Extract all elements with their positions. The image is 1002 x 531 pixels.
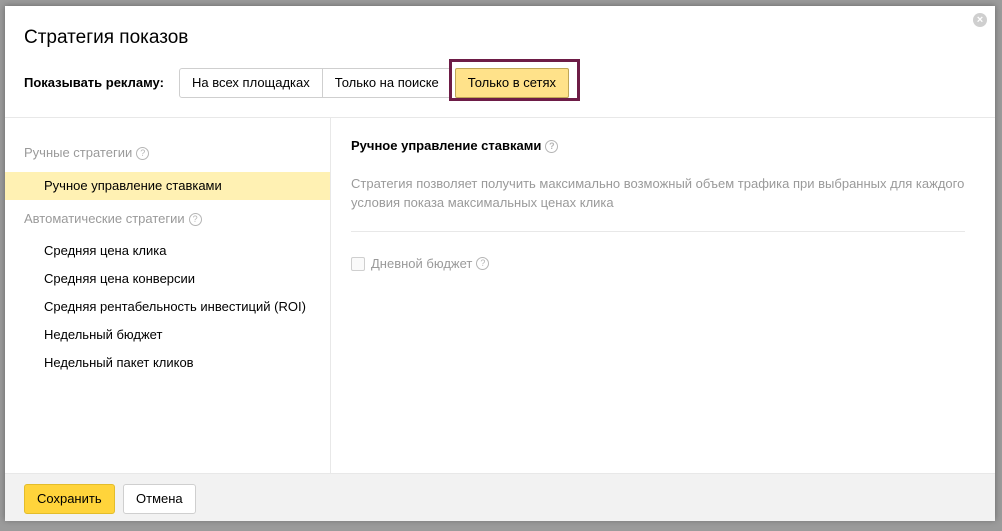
help-icon[interactable]: ?	[545, 140, 559, 153]
placement-tabs: На всех площадках Только на поиске Тольк…	[179, 59, 580, 101]
sidebar-item-avg-cpc[interactable]: Средняя цена клика	[5, 237, 330, 265]
strategy-title-text: Ручное управление ставками	[351, 138, 542, 153]
sidebar-item-avg-cpa[interactable]: Средняя цена конверсии	[5, 265, 330, 293]
tab-search-only[interactable]: Только на поиске	[321, 68, 452, 98]
group-manual-label: Ручные стратегии	[24, 145, 133, 160]
strategy-title: Ручное управление ставками?	[351, 138, 559, 153]
sidebar-item-weekly-budget[interactable]: Недельный бюджет	[5, 321, 330, 349]
daily-budget-row: Дневной бюджет?	[351, 256, 490, 271]
sidebar-item-weekly-clicks[interactable]: Недельный пакет кликов	[5, 349, 330, 377]
tab-all-placements[interactable]: На всех площадках	[179, 68, 323, 98]
strategy-dialog: × Стратегия показов Показывать рекламу: …	[5, 6, 995, 521]
group-auto-label: Автоматические стратегии	[24, 211, 185, 226]
show-ads-label: Показывать рекламу:	[24, 75, 164, 90]
group-auto-strategies: Автоматические стратегии?	[24, 211, 202, 226]
daily-budget-label[interactable]: Дневной бюджет	[371, 256, 472, 271]
strategy-sidebar: Ручные стратегии? Ручное управление став…	[5, 118, 331, 473]
close-icon[interactable]: ×	[973, 13, 987, 27]
dialog-title: Стратегия показов	[24, 27, 189, 48]
sidebar-item-manual-bids[interactable]: Ручное управление ставками	[5, 172, 330, 200]
content-divider	[351, 231, 965, 232]
help-icon[interactable]: ?	[136, 147, 150, 160]
strategy-description: Стратегия позволяет получить максимально…	[351, 176, 965, 210]
dialog-footer: Сохранить Отмена	[5, 473, 995, 521]
sidebar-item-avg-roi[interactable]: Средняя рентабельность инвестиций (ROI)	[5, 293, 330, 321]
help-icon[interactable]: ?	[188, 213, 202, 226]
tab-networks-only-wrap: Только в сетях	[448, 59, 580, 101]
highlight-frame	[448, 59, 580, 101]
daily-budget-checkbox[interactable]	[351, 256, 365, 271]
help-icon[interactable]: ?	[476, 257, 490, 270]
cancel-button[interactable]: Отмена	[123, 484, 196, 514]
group-manual-strategies: Ручные стратегии?	[24, 145, 150, 160]
save-button[interactable]: Сохранить	[24, 484, 115, 514]
